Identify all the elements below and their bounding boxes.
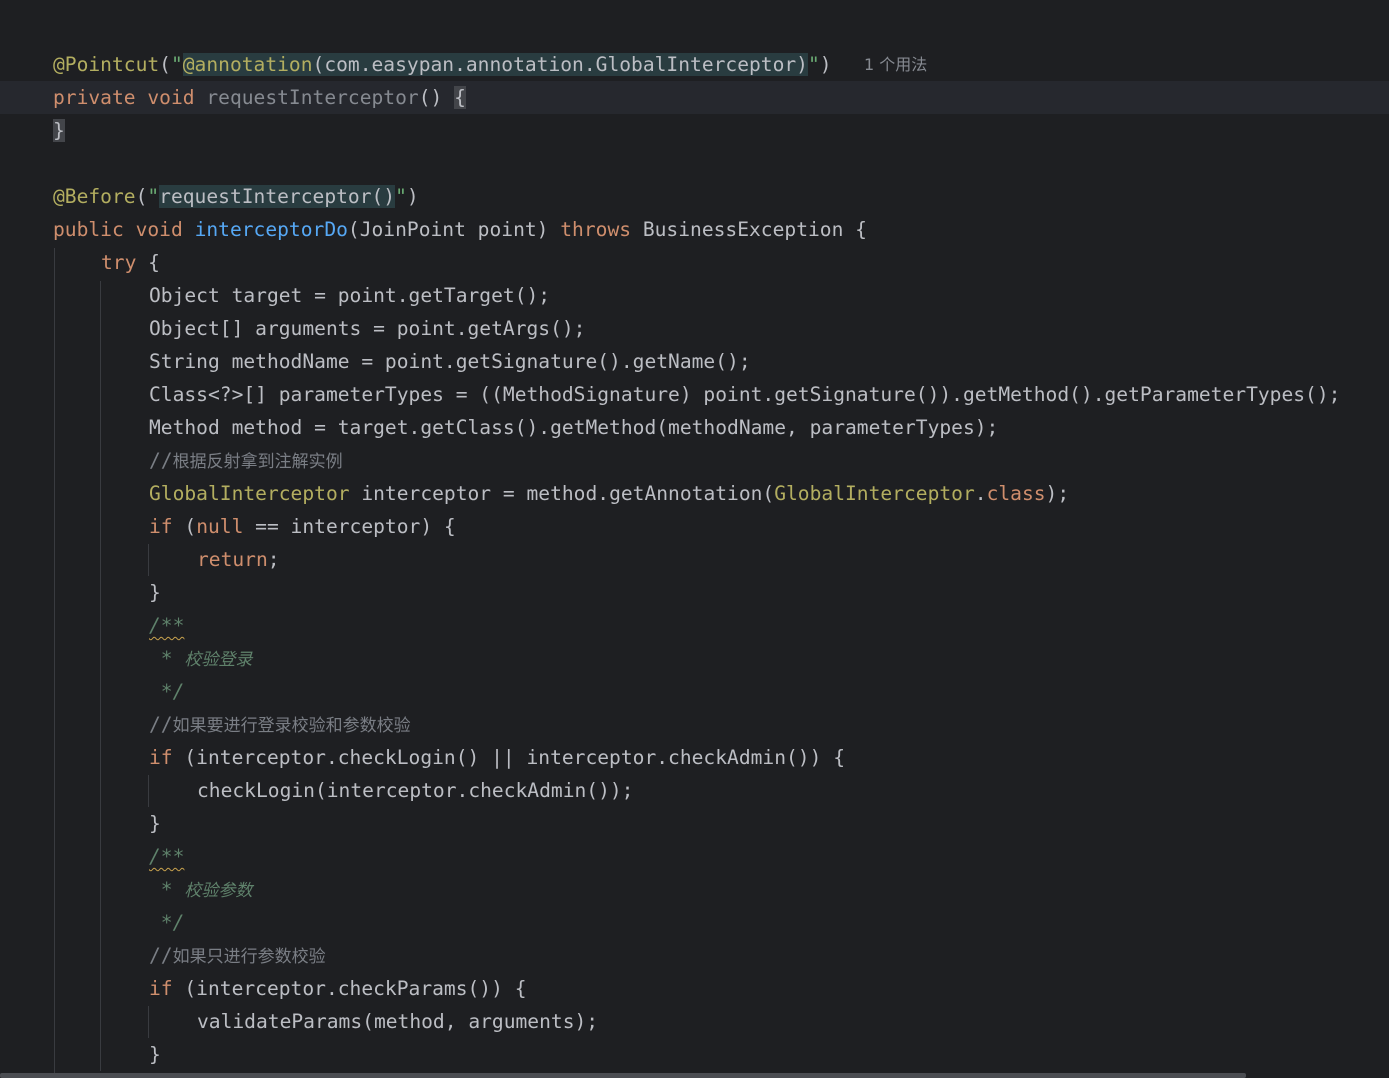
- code-line-doc-comment[interactable]: /**: [0, 840, 1389, 873]
- code-line-comment[interactable]: //如果要进行登录校验和参数校验: [0, 708, 1389, 741]
- doc-comment-warning: /**: [149, 845, 185, 868]
- annotation-token: @Pointcut: [53, 53, 160, 76]
- code-line-comment[interactable]: //根据反射拿到注解实例: [0, 444, 1389, 477]
- code-line[interactable]: @Before("requestInterceptor()"): [0, 180, 1389, 213]
- doc-comment-warning: /**: [149, 614, 185, 637]
- code-editor[interactable]: @Pointcut("@annotation(com.easypan.annot…: [0, 0, 1389, 1078]
- code-line-doc-comment[interactable]: * 校验参数: [0, 873, 1389, 906]
- injected-language-fragment: requestInterceptor(): [159, 185, 396, 208]
- method-declaration-name: interceptorDo: [194, 218, 348, 241]
- code-line[interactable]: String methodName = point.getSignature()…: [0, 345, 1389, 378]
- code-line[interactable]: GlobalInterceptor interceptor = method.g…: [0, 477, 1389, 510]
- code-line[interactable]: if (interceptor.checkParams()) {: [0, 972, 1389, 1005]
- horizontal-scrollbar[interactable]: [0, 1073, 1246, 1078]
- code-line-doc-comment[interactable]: */: [0, 906, 1389, 939]
- code-line[interactable]: @Pointcut("@annotation(com.easypan.annot…: [0, 48, 1389, 81]
- code-line[interactable]: if (null == interceptor) {: [0, 510, 1389, 543]
- unused-method-name: requestInterceptor: [206, 86, 419, 109]
- code-line[interactable]: Method method = target.getClass().getMet…: [0, 411, 1389, 444]
- code-line-doc-comment[interactable]: /**: [0, 609, 1389, 642]
- code-line[interactable]: if (interceptor.checkLogin() || intercep…: [0, 741, 1389, 774]
- code-line[interactable]: return;: [0, 543, 1389, 576]
- code-line-current[interactable]: private void requestInterceptor() {: [0, 81, 1389, 114]
- matched-brace: }: [53, 119, 65, 142]
- code-line[interactable]: public void interceptorDo(JoinPoint poin…: [0, 213, 1389, 246]
- matched-brace: {: [454, 86, 466, 109]
- code-line-doc-comment[interactable]: */: [0, 675, 1389, 708]
- code-line[interactable]: }: [0, 576, 1389, 609]
- usage-inlay-hint[interactable]: 1 个用法: [864, 48, 927, 81]
- code-line[interactable]: }: [0, 1038, 1389, 1071]
- code-line-doc-comment[interactable]: * 校验登录: [0, 642, 1389, 675]
- injected-language-fragment: @annotation(com.easypan.annotation.Globa…: [182, 53, 808, 76]
- code-line[interactable]: checkLogin(interceptor.checkAdmin());: [0, 774, 1389, 807]
- code-line-comment[interactable]: //如果只进行参数校验: [0, 939, 1389, 972]
- code-line[interactable]: Class<?>[] parameterTypes = ((MethodSign…: [0, 378, 1389, 411]
- code-line[interactable]: try {: [0, 246, 1389, 279]
- code-line[interactable]: }: [0, 807, 1389, 840]
- code-line[interactable]: }: [0, 114, 1389, 147]
- code-line[interactable]: validateParams(method, arguments);: [0, 1005, 1389, 1038]
- code-line[interactable]: Object[] arguments = point.getArgs();: [0, 312, 1389, 345]
- code-line[interactable]: Object target = point.getTarget();: [0, 279, 1389, 312]
